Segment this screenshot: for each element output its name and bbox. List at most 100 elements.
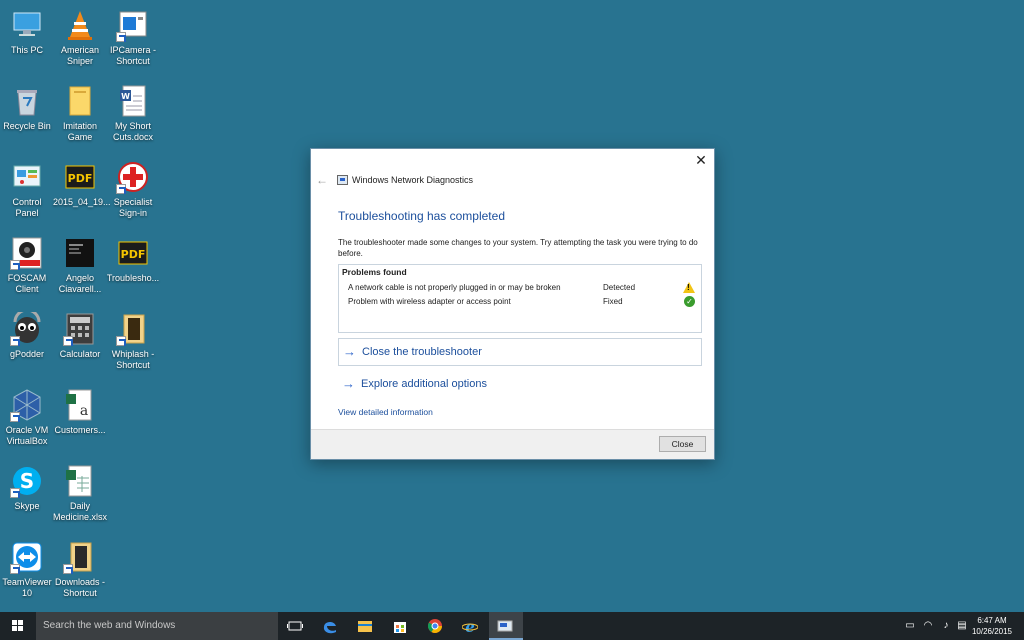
battery-icon[interactable]: ▭ (904, 620, 916, 632)
desktop-icon-customers[interactable]: a Customers... (53, 388, 107, 436)
desktop-icon-daily-medicine[interactable]: Daily Medicine.xlsx (53, 464, 107, 523)
desktop-icon-label: Control Panel (12, 197, 42, 218)
svg-text:W: W (121, 92, 130, 101)
folder-icon (358, 621, 372, 632)
close-icon[interactable]: ✕ (692, 151, 710, 169)
desktop-icon-label: Calculator (59, 349, 101, 359)
shortcut-arrow-icon (10, 260, 20, 270)
shortcut-arrow-icon (63, 564, 73, 574)
desktop-icon-foscam-client[interactable]: FOSCAM Client (0, 236, 54, 295)
problem-status: Detected (603, 283, 636, 292)
desktop-icon-angelo[interactable]: Angelo Ciavarell... (53, 236, 107, 295)
desktop-icon-label: American Sniper (60, 45, 99, 66)
svg-text:a: a (80, 403, 88, 419)
task-view-icon (287, 621, 303, 631)
vlc-icon (63, 8, 97, 42)
desktop-icon-label: Angelo Ciavarell... (58, 273, 102, 294)
problems-header: Problems found (342, 267, 407, 277)
shortcut-arrow-icon (63, 336, 73, 346)
folder-icon (63, 84, 97, 118)
desktop-icon-imitation-game[interactable]: Imitation Game (53, 84, 107, 143)
desktop-icon-label: Skype (14, 501, 40, 511)
dialog-description: The troubleshooter made some changes to … (338, 238, 698, 258)
shortcut-arrow-icon (10, 412, 20, 422)
taskbar-network-diagnostics[interactable] (489, 612, 523, 640)
internet-explorer-icon: e (462, 618, 478, 634)
desktop-icon-gpodder[interactable]: gPodder (0, 308, 54, 360)
shortcut-arrow-icon (10, 564, 20, 574)
shortcut-arrow-icon (10, 488, 20, 498)
desktop-icon-teamviewer[interactable]: TeamViewer 10 (0, 540, 54, 599)
desktop-icon-label: Imitation Game (62, 121, 97, 142)
clock-time: 6:47 AM (977, 616, 1007, 625)
desktop-icon-this-pc[interactable]: This PC (0, 8, 54, 56)
desktop-icon-skype[interactable]: S Skype (0, 464, 54, 512)
desktop-icon-2015-04-19[interactable]: PDF 2015_04_19... (53, 160, 111, 208)
desktop-icon-label: FOSCAM Client (7, 273, 47, 294)
problem-row: Problem with wireless adapter or access … (348, 296, 698, 309)
desktop-icon-american-sniper[interactable]: American Sniper (53, 8, 107, 67)
desktop-icon-label: Daily Medicine.xlsx (53, 501, 108, 522)
store-bag-icon (394, 622, 406, 633)
explore-options-label: Explore additional options (361, 378, 487, 390)
document-icon: a (63, 388, 97, 422)
taskbar-store[interactable] (384, 612, 418, 640)
taskbar-clock[interactable]: 6:47 AM 10/26/2015 (970, 615, 1014, 637)
wifi-icon[interactable]: ◠ (922, 620, 934, 632)
action-center-icon[interactable]: ▤ (956, 620, 968, 632)
this-pc-icon (10, 8, 44, 42)
taskbar-edge[interactable] (314, 612, 348, 640)
volume-icon[interactable]: ♪ (940, 620, 952, 632)
desktop-icon-control-panel[interactable]: Control Panel (0, 160, 54, 219)
view-detailed-information-link[interactable]: View detailed information (338, 407, 433, 417)
right-arrow-icon: → (342, 376, 355, 391)
network-diagnostics-icon (337, 175, 348, 185)
close-troubleshooter-link[interactable]: → Close the troubleshooter (338, 338, 702, 366)
problem-status: Fixed (603, 297, 623, 306)
problems-found-panel: Problems found A network cable is not pr… (338, 264, 702, 333)
problem-text: A network cable is not properly plugged … (348, 283, 561, 292)
shortcut-arrow-icon (116, 32, 126, 42)
taskbar-search-input[interactable]: Search the web and Windows (36, 612, 278, 640)
network-diagnostics-icon (497, 620, 513, 632)
taskbar-chrome[interactable] (419, 612, 453, 640)
edge-icon (323, 621, 336, 634)
desktop-icon-whiplash[interactable]: Whiplash - Shortcut (106, 312, 160, 371)
recycle-bin-icon (10, 84, 44, 118)
desktop-icon-downloads[interactable]: Downloads - Shortcut (53, 540, 107, 599)
chrome-icon (427, 619, 442, 633)
task-view-button[interactable] (279, 612, 313, 640)
desktop-icon-label: Recycle Bin (3, 121, 51, 131)
desktop-icon-ipcamera[interactable]: IPCamera - Shortcut (106, 8, 160, 67)
pdf-icon: PDF (116, 236, 150, 270)
desktop-icon-troubleshooter[interactable]: PDF Troublesho... (106, 236, 160, 284)
problem-row: A network cable is not properly plugged … (348, 282, 698, 295)
desktop-icon-recycle-bin[interactable]: Recycle Bin (0, 84, 54, 132)
desktop-icon-label: Specialist Sign-in (113, 197, 153, 218)
warning-icon (683, 282, 695, 293)
start-button[interactable] (0, 612, 36, 640)
desktop-icon-label: Oracle VM VirtualBox (5, 425, 49, 446)
explore-options-link[interactable]: → Explore additional options (338, 371, 702, 399)
desktop-icon-specialist-sign-in[interactable]: Specialist Sign-in (106, 160, 160, 219)
taskbar-file-explorer[interactable] (349, 612, 383, 640)
word-document-icon: W (116, 84, 150, 118)
desktop-icon-label: 2015_04_19... (53, 197, 111, 207)
shortcut-arrow-icon (116, 184, 126, 194)
desktop-icon-label: Customers... (54, 425, 106, 435)
back-arrow-icon[interactable]: ← (316, 173, 328, 187)
desktop-icon-label: gPodder (9, 349, 45, 359)
svg-text:S: S (20, 469, 34, 493)
desktop-icon-my-short-cuts[interactable]: W My Short Cuts.docx (106, 84, 160, 143)
dialog-footer: Close (311, 429, 714, 459)
desktop-icon-virtualbox[interactable]: Oracle VM VirtualBox (0, 388, 54, 447)
network-diagnostics-dialog: ✕ ← Windows Network Diagnostics Troubles… (310, 148, 715, 460)
close-button[interactable]: Close (659, 436, 706, 452)
shortcut-arrow-icon (116, 336, 126, 346)
taskbar-internet-explorer[interactable]: e (454, 612, 488, 640)
desktop-icon-label: Troublesho... (106, 273, 160, 283)
desktop-icon-label: Downloads - Shortcut (54, 577, 106, 598)
desktop-icon-calculator[interactable]: Calculator (53, 312, 107, 360)
problem-text: Problem with wireless adapter or access … (348, 297, 511, 306)
close-troubleshooter-label: Close the troubleshooter (362, 346, 482, 358)
